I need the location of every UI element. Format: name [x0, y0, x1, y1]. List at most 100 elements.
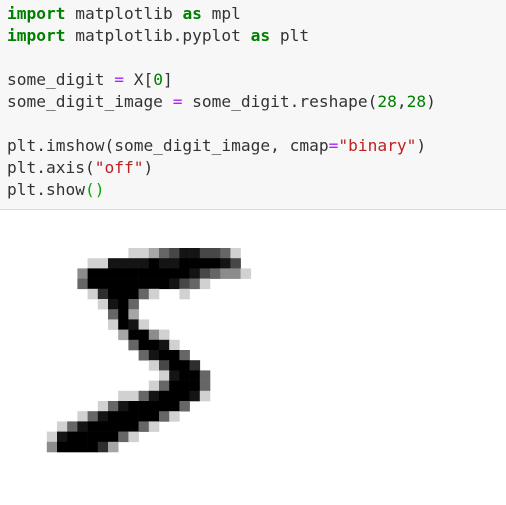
- image-pixel: [118, 329, 129, 341]
- image-pixel: [138, 288, 150, 300]
- image-pixel: [108, 319, 119, 330]
- image-pixel: [128, 421, 139, 432]
- image-pixel: [97, 278, 109, 290]
- image-pixel: [230, 268, 241, 279]
- image-pixel: [159, 350, 170, 361]
- image-pixel: [97, 288, 109, 300]
- image-pixel: [97, 411, 109, 422]
- image-pixel: [108, 309, 119, 320]
- code-token: =: [172, 92, 183, 111]
- code-token: (): [84, 180, 105, 199]
- image-pixel: [159, 268, 170, 279]
- image-pixel: [159, 248, 170, 259]
- image-pixel: [128, 390, 139, 402]
- code-token: X[: [123, 70, 154, 89]
- image-pixel: [220, 248, 231, 259]
- image-pixel: [169, 350, 180, 361]
- image-pixel: [199, 390, 211, 402]
- image-pixel: [128, 268, 139, 279]
- image-pixel: [118, 278, 129, 290]
- code-token: plt.imshow(some_digit_image, cmap: [7, 136, 329, 155]
- code-line: import matplotlib as mpl: [7, 3, 436, 25]
- image-pixel: [57, 431, 68, 443]
- code-line: some_digit_image = some_digit.reshape(28…: [7, 91, 436, 113]
- image-pixel: [179, 370, 190, 381]
- image-pixel: [169, 390, 180, 402]
- image-pixel: [77, 278, 88, 290]
- image-pixel: [189, 258, 201, 269]
- image-pixel: [108, 431, 119, 443]
- image-pixel: [128, 258, 139, 269]
- image-pixel: [148, 278, 160, 290]
- image-pixel: [159, 278, 170, 290]
- image-pixel: [220, 258, 231, 269]
- image-pixel: [77, 411, 88, 422]
- image-pixel: [138, 421, 150, 432]
- image-pixel: [179, 258, 190, 269]
- image-pixel: [189, 370, 201, 381]
- image-pixel: [169, 380, 180, 392]
- image-pixel: [159, 401, 170, 412]
- image-pixel: [108, 299, 119, 310]
- image-pixel: [148, 411, 160, 422]
- code-token: some_digit.reshape(: [182, 92, 378, 111]
- code-token: mpl: [201, 4, 241, 23]
- image-pixel: [159, 411, 170, 422]
- image-pixel: [118, 411, 129, 422]
- image-pixel: [179, 268, 190, 279]
- image-pixel: [179, 401, 190, 412]
- image-pixel: [169, 370, 180, 381]
- image-pixel: [148, 421, 160, 432]
- code-input-cell[interactable]: import matplotlib as mpl import matplotli…: [0, 0, 506, 210]
- code-token: some_digit: [7, 70, 115, 89]
- image-pixel: [118, 299, 129, 310]
- image-pixel: [128, 339, 139, 351]
- image-pixel: [138, 339, 150, 351]
- image-pixel: [108, 288, 119, 300]
- code-line: import matplotlib.pyplot as plt: [7, 25, 436, 47]
- cell-output-area: [0, 211, 506, 505]
- image-pixel: [210, 248, 221, 259]
- code-token: import: [7, 4, 66, 23]
- jupyter-notebook: import matplotlib as mpl import matplotli…: [0, 0, 506, 505]
- code-token: ]: [162, 70, 173, 89]
- image-pixel: [159, 370, 170, 381]
- code-token: =: [328, 136, 339, 155]
- image-pixel: [138, 401, 150, 412]
- image-pixel: [128, 329, 139, 341]
- image-pixel: [108, 268, 119, 279]
- image-pixel: [230, 248, 241, 259]
- code-editor[interactable]: import matplotlib as mpl import matplotli…: [7, 3, 436, 201]
- image-pixel: [179, 288, 190, 300]
- image-pixel: [199, 258, 211, 269]
- image-pixel: [189, 380, 201, 392]
- code-token: 28: [377, 92, 397, 111]
- image-pixel: [57, 421, 68, 432]
- image-pixel: [138, 350, 150, 361]
- image-pixel: [138, 329, 150, 341]
- image-pixel: [138, 258, 150, 269]
- image-pixel: [108, 278, 119, 290]
- code-line: plt.axis("off"): [7, 157, 436, 179]
- image-pixel: [57, 441, 68, 453]
- image-pixel: [189, 248, 201, 259]
- image-pixel: [199, 380, 211, 392]
- image-pixel: [189, 390, 201, 402]
- image-pixel: [128, 309, 139, 320]
- image-pixel: [199, 278, 211, 290]
- image-pixel: [159, 339, 170, 351]
- image-pixel: [118, 401, 129, 412]
- image-pixel: [138, 268, 150, 279]
- image-pixel: [189, 278, 201, 290]
- image-pixel: [138, 278, 150, 290]
- image-pixel: [169, 339, 180, 351]
- image-pixel: [128, 401, 139, 412]
- image-pixel: [46, 441, 58, 453]
- image-pixel: [148, 339, 160, 351]
- code-token: as: [182, 4, 202, 23]
- image-pixel: [128, 431, 139, 443]
- image-pixel: [97, 421, 109, 432]
- image-pixel: [118, 319, 129, 330]
- code-token: matplotlib: [65, 4, 183, 23]
